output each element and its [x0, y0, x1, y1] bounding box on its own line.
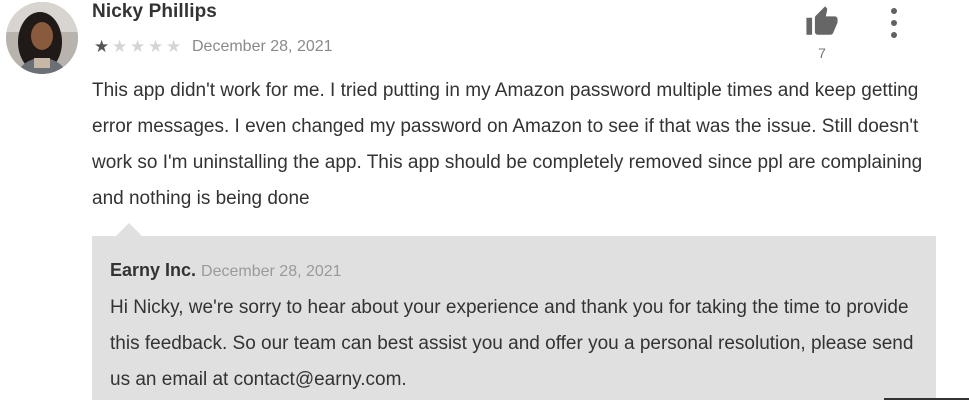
star-icon: ★: [166, 37, 182, 56]
helpful-count: 7: [818, 45, 826, 61]
more-vert-icon-dot: [891, 32, 897, 38]
review-date: December 28, 2021: [192, 38, 333, 55]
user-avatar[interactable]: [6, 2, 78, 74]
reply-header: Earny Inc. December 28, 2021: [110, 260, 342, 281]
thumbs-up-icon: [806, 6, 838, 35]
avatar-image: [6, 2, 78, 74]
helpful-button[interactable]: [802, 3, 842, 41]
star-rating: ★ ★ ★ ★ ★: [94, 37, 184, 57]
star-icon: ★: [94, 37, 110, 56]
reply-text: Hi Nicky, we're sorry to hear about your…: [110, 297, 914, 390]
more-vert-icon: [891, 8, 897, 14]
reply-date: December 28, 2021: [201, 263, 342, 280]
star-icon: ★: [130, 37, 146, 56]
star-icon: ★: [112, 37, 128, 56]
star-icon: ★: [148, 37, 164, 56]
more-vert-icon-dot: [891, 20, 897, 26]
more-options-button[interactable]: [880, 8, 908, 38]
review-text: This app didn't work for me. I tried put…: [92, 80, 923, 209]
developer-reply: Earny Inc. December 28, 2021 Hi Nicky, w…: [92, 236, 936, 400]
reply-author-name: Earny Inc.: [110, 260, 197, 280]
rating-row: ★ ★ ★ ★ ★ December 28, 2021: [94, 37, 333, 57]
review-card: Nicky Phillips ★ ★ ★ ★ ★ December 28, 20…: [0, 0, 969, 400]
review-author-name: Nicky Phillips: [92, 1, 217, 22]
reply-pointer: [116, 223, 142, 236]
